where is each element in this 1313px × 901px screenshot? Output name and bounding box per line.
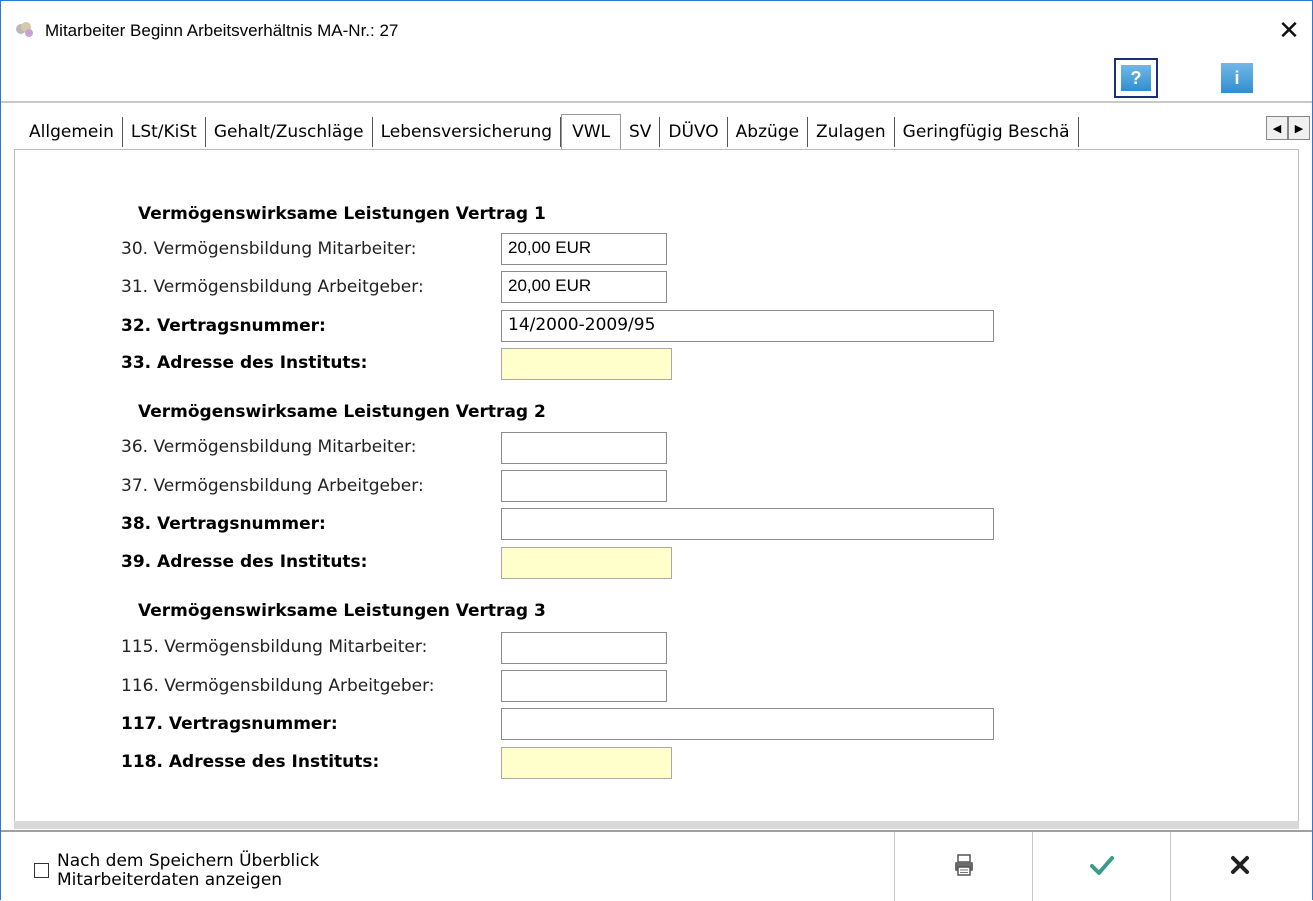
- contract-1-employee-label: 30. Vermögensbildung Mitarbeiter:: [121, 239, 417, 259]
- contract-3-employee-field[interactable]: [501, 632, 667, 664]
- contract-2-title: Vermögenswirksame Leistungen Vertrag 2: [138, 402, 546, 422]
- print-button[interactable]: [894, 832, 1032, 901]
- show-overview-label-line2: Mitarbeiterdaten anzeigen: [57, 870, 283, 890]
- tab-scroll-left-button[interactable]: ◀: [1266, 116, 1288, 140]
- contract-2-number-label: 38. Vertragsnummer:: [121, 514, 326, 534]
- contract-3-number-label: 117. Vertragsnummer:: [121, 714, 338, 734]
- contract-1-number-field[interactable]: 14/2000-2009/95: [501, 310, 994, 342]
- help-icon: ?: [1121, 65, 1151, 91]
- tab-allgemein[interactable]: Allgemein: [21, 117, 123, 147]
- contract-1-number-label: 32. Vertragsnummer:: [121, 316, 326, 336]
- contract-2-employer-label: 37. Vermögensbildung Arbeitgeber:: [121, 476, 424, 496]
- contract-3-number-field[interactable]: [501, 708, 994, 740]
- contract-3-title: Vermögenswirksame Leistungen Vertrag 3: [138, 601, 546, 621]
- tab-lebensversicherung[interactable]: Lebensversicherung: [373, 117, 562, 147]
- contract-2-employee-label: 36. Vermögensbildung Mitarbeiter:: [121, 437, 417, 457]
- contract-3-employer-label: 116. Vermögensbildung Arbeitgeber:: [121, 676, 435, 696]
- tab-zulagen[interactable]: Zulagen: [808, 117, 895, 147]
- contract-2-number-field[interactable]: [501, 508, 994, 540]
- dialog-window: Mitarbeiter Beginn Arbeitsverhältnis MA-…: [0, 0, 1313, 901]
- contract-3-address-field[interactable]: [501, 747, 672, 779]
- x-icon: [1229, 854, 1251, 880]
- contract-2-employee-field[interactable]: [501, 432, 667, 464]
- tab-düvo[interactable]: DÜVO: [660, 117, 728, 147]
- footer-bar: Nach dem Speichern Überblick Mitarbeiter…: [1, 832, 1312, 901]
- panel-bottom-border: [14, 821, 1299, 829]
- contract-1-address-label: 33. Adresse des Instituts:: [121, 353, 368, 373]
- vwl-panel: Vermögenswirksame Leistungen Vertrag 1 3…: [14, 149, 1299, 825]
- contract-1-employer-field[interactable]: 20,00 EUR: [501, 271, 667, 303]
- help-button[interactable]: ?: [1114, 58, 1158, 98]
- contract-3-employee-label: 115. Vermögensbildung Mitarbeiter:: [121, 637, 428, 657]
- toolbar-divider: [1, 101, 1312, 103]
- contract-3-address-label: 118. Adresse des Instituts:: [121, 752, 380, 772]
- arrow-right-icon: ▶: [1294, 121, 1304, 135]
- tab-lst-kist[interactable]: LSt/KiSt: [123, 117, 206, 147]
- arrow-left-icon: ◀: [1272, 121, 1282, 135]
- tab-vwl[interactable]: VWL: [561, 114, 621, 150]
- close-button[interactable]: ✕: [1266, 13, 1312, 49]
- title-bar: Mitarbeiter Beginn Arbeitsverhältnis MA-…: [1, 1, 1312, 59]
- info-button[interactable]: i: [1221, 63, 1253, 93]
- close-icon: ✕: [1278, 16, 1300, 46]
- tab-sv[interactable]: SV: [621, 117, 661, 147]
- contract-2-address-field[interactable]: [501, 547, 672, 579]
- contract-1-employee-field[interactable]: 20,00 EUR: [501, 233, 667, 265]
- contract-2-employer-field[interactable]: [501, 470, 667, 502]
- contract-3-employer-field[interactable]: [501, 670, 667, 702]
- checkmark-icon: [1089, 854, 1115, 880]
- show-overview-label-line1: Nach dem Speichern Überblick: [57, 851, 320, 871]
- show-overview-checkbox[interactable]: [34, 863, 49, 878]
- cancel-button[interactable]: [1170, 832, 1308, 901]
- tab-strip: Allgemein LSt/KiSt Gehalt/Zuschläge Lebensv…: [21, 114, 1291, 150]
- contract-2-address-label: 39. Adresse des Instituts:: [121, 552, 368, 572]
- contract-1-address-field[interactable]: [501, 348, 672, 380]
- contract-1-employer-label: 31. Vermögensbildung Arbeitgeber:: [121, 277, 424, 297]
- tab-scroll-right-button[interactable]: ▶: [1288, 116, 1310, 140]
- ok-button[interactable]: [1032, 832, 1170, 901]
- show-overview-label[interactable]: Nach dem Speichern Überblick Mitarbeiter…: [57, 852, 319, 890]
- window-title: Mitarbeiter Beginn Arbeitsverhältnis MA-…: [45, 21, 399, 40]
- tab-gehalt-zuschläge[interactable]: Gehalt/Zuschläge: [206, 117, 373, 147]
- tab-abzüge[interactable]: Abzüge: [728, 117, 809, 147]
- info-icon: i: [1221, 63, 1253, 93]
- tab-geringfügig-beschä[interactable]: Geringfügig Beschä: [895, 117, 1079, 147]
- contract-1-title: Vermögenswirksame Leistungen Vertrag 1: [138, 204, 546, 224]
- printer-icon: [952, 853, 976, 881]
- app-icon: [14, 21, 36, 39]
